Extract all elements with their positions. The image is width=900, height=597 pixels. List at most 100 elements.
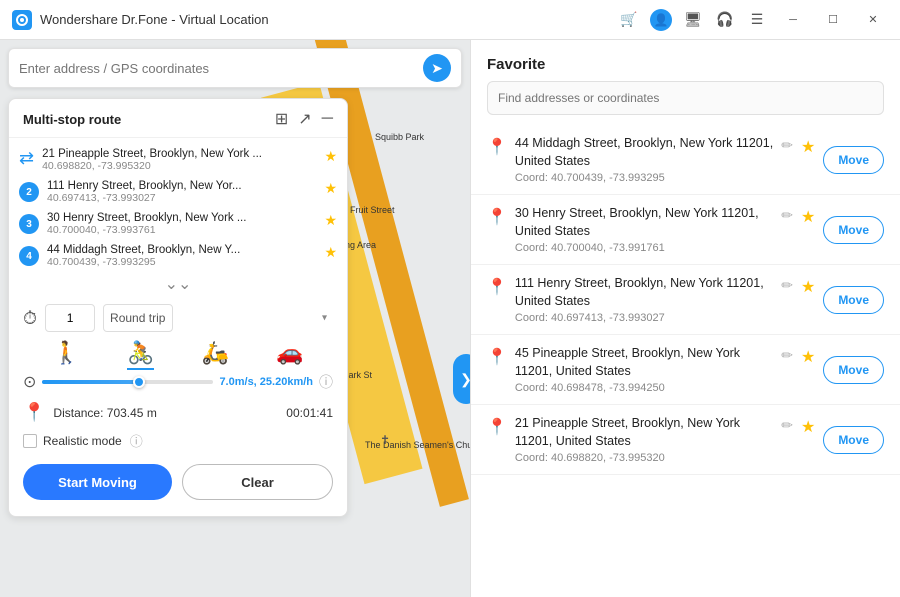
route-stop-3: 3 30 Henry Street, Brooklyn, New York ..… [9, 208, 347, 240]
realistic-mode-label: Realistic mode [43, 434, 122, 448]
route-collapse-icon[interactable]: ─ [322, 110, 333, 128]
controls-row: ⏱ Round trip One-way Loop [9, 296, 347, 336]
fav-move-button-1[interactable]: Move [823, 146, 884, 174]
route-stops: ⇄ 21 Pineapple Street, Brooklyn, New Yor… [9, 138, 347, 272]
realistic-mode-info-icon[interactable]: ⓘ [130, 431, 143, 450]
fav-coords-1: Coord: 40.700439, -73.993295 [515, 172, 773, 184]
favorite-item-4: 📍 45 Pineapple Street, Brooklyn, New Yor… [471, 335, 900, 405]
transport-scooter[interactable]: 🛵 [202, 340, 229, 366]
stop-star-1[interactable]: ★ [324, 148, 337, 165]
fav-move-button-3[interactable]: Move [823, 286, 884, 314]
stop-address-1: 21 Pineapple Street, Brooklyn, New York … [42, 148, 316, 160]
stop-coords-3: 40.700040, -73.993761 [47, 224, 316, 236]
fav-star-icon-3[interactable]: ★ [801, 277, 815, 297]
fav-edit-icon-3[interactable]: ✏ [781, 277, 793, 294]
fav-star-icon-2[interactable]: ★ [801, 207, 815, 227]
route-title: Multi-stop route [23, 112, 121, 127]
fav-edit-icon-2[interactable]: ✏ [781, 207, 793, 224]
realistic-mode-checkbox[interactable] [23, 434, 37, 448]
fav-star-icon-5[interactable]: ★ [801, 417, 815, 437]
transport-walk[interactable]: 🚶 [53, 340, 80, 366]
stop-star-4[interactable]: ★ [324, 244, 337, 261]
fav-move-button-4[interactable]: Move [823, 356, 884, 384]
speedometer-icon: ⊙ [23, 372, 36, 392]
fav-coords-4: Coord: 40.698478, -73.994250 [515, 382, 773, 394]
fav-address-3: 111 Henry Street, Brooklyn, New York 112… [515, 275, 773, 310]
fav-move-button-5[interactable]: Move [823, 426, 884, 454]
transport-row: 🚶 🚴 🛵 🚗 [9, 336, 347, 370]
distance-label: Distance: 703.45 m [53, 406, 156, 420]
speed-info-icon[interactable]: ⓘ [319, 372, 333, 392]
minimize-button[interactable]: ─ [778, 9, 808, 31]
fav-edit-icon-1[interactable]: ✏ [781, 137, 793, 154]
stop-address-3: 30 Henry Street, Brooklyn, New York ... [47, 212, 316, 224]
fav-info-4: 45 Pineapple Street, Brooklyn, New York … [515, 345, 773, 394]
speed-track [42, 380, 213, 384]
stop-coords-2: 40.697413, -73.993027 [47, 192, 316, 204]
fav-coords-3: Coord: 40.697413, -73.993027 [515, 312, 773, 324]
transport-active-indicator [127, 368, 154, 370]
stop-coords-4: 40.700439, -73.993295 [47, 256, 316, 268]
favorite-title: Favorite [471, 40, 900, 81]
route-stop-2: 2 111 Henry Street, Brooklyn, New Yor...… [9, 176, 347, 208]
route-header-icons: ⊞ ↗ ─ [275, 109, 333, 129]
app-title: Wondershare Dr.Fone - Virtual Location [40, 12, 269, 27]
map-panel-toggle[interactable]: ❯ [453, 354, 470, 404]
map-label-fruit: Fruit Street [350, 205, 395, 215]
realistic-mode-row: Realistic mode ⓘ [9, 427, 347, 454]
stop-coords-1: 40.698820, -73.995320 [42, 160, 316, 172]
route-export-icon[interactable]: ↗ [298, 109, 311, 129]
fav-edit-icon-4[interactable]: ✏ [781, 347, 793, 364]
stop-star-2[interactable]: ★ [324, 180, 337, 197]
stop-address-2: 111 Henry Street, Brooklyn, New Yor... [47, 180, 316, 192]
fav-info-1: 44 Middagh Street, Brooklyn, New York 11… [515, 135, 773, 184]
favorite-item-2: 📍 30 Henry Street, Brooklyn, New York 11… [471, 195, 900, 265]
fav-star-icon-1[interactable]: ★ [801, 137, 815, 157]
action-row: Start Moving Clear [9, 454, 347, 506]
trip-type-select[interactable]: Round trip One-way Loop [103, 304, 173, 332]
search-input[interactable] [19, 61, 423, 76]
fav-pin-icon-1: 📍 [487, 137, 507, 157]
search-bar: ➤ [8, 48, 462, 88]
distance-time: 00:01:41 [286, 406, 333, 420]
fav-coords-5: Coord: 40.698820, -73.995320 [515, 452, 773, 464]
route-panel: Multi-stop route ⊞ ↗ ─ ⇄ 21 Pineapple St… [8, 98, 348, 517]
stop-info-2: 111 Henry Street, Brooklyn, New Yor... 4… [47, 180, 316, 204]
transport-bike[interactable]: 🚴 [127, 340, 154, 366]
close-button[interactable]: ✕ [858, 9, 888, 31]
cart-icon[interactable]: 🛒 [618, 9, 640, 31]
speed-fill [42, 380, 136, 384]
app-logo [12, 10, 32, 30]
monitor-icon[interactable]: 🖥 [682, 9, 704, 31]
right-panel: Favorite 📍 44 Middagh Street, Brooklyn, … [470, 40, 900, 597]
route-save-icon[interactable]: ⊞ [275, 109, 288, 129]
fav-star-icon-4[interactable]: ★ [801, 347, 815, 367]
fav-info-5: 21 Pineapple Street, Brooklyn, New York … [515, 415, 773, 464]
clear-button[interactable]: Clear [182, 464, 333, 500]
fav-pin-icon-3: 📍 [487, 277, 507, 297]
speed-slider[interactable] [42, 380, 213, 384]
favorite-search-input[interactable] [498, 91, 873, 105]
repeat-input[interactable] [45, 304, 95, 332]
title-bar-icons: 🛒 👤 🖥 🎧 ☰ ─ ☐ ✕ [618, 9, 888, 31]
distance-row: 📍 Distance: 703.45 m 00:01:41 [9, 398, 347, 427]
stop-star-3[interactable]: ★ [324, 212, 337, 229]
fav-edit-icon-5[interactable]: ✏ [781, 417, 793, 434]
stop-num-4: 4 [19, 246, 39, 266]
favorite-item-1: 📍 44 Middagh Street, Brooklyn, New York … [471, 125, 900, 195]
speed-row: ⊙ 7.0m/s, 25.20km/h ⓘ [9, 370, 347, 398]
transport-car[interactable]: 🚗 [276, 340, 303, 366]
menu-icon[interactable]: ☰ [746, 9, 768, 31]
fav-move-button-2[interactable]: Move [823, 216, 884, 244]
user-icon[interactable]: 👤 [650, 9, 672, 31]
search-submit-button[interactable]: ➤ [423, 54, 451, 82]
title-bar-left: Wondershare Dr.Fone - Virtual Location [12, 10, 269, 30]
maximize-button[interactable]: ☐ [818, 9, 848, 31]
speed-thumb[interactable] [133, 376, 145, 388]
fav-coords-2: Coord: 40.700040, -73.991761 [515, 242, 773, 254]
more-stops-toggle[interactable]: ⌄⌄ [9, 272, 347, 296]
stop-address-4: 44 Middagh Street, Brooklyn, New Y... [47, 244, 316, 256]
start-moving-button[interactable]: Start Moving [23, 464, 172, 500]
headphone-icon[interactable]: 🎧 [714, 9, 736, 31]
title-bar: Wondershare Dr.Fone - Virtual Location 🛒… [0, 0, 900, 40]
